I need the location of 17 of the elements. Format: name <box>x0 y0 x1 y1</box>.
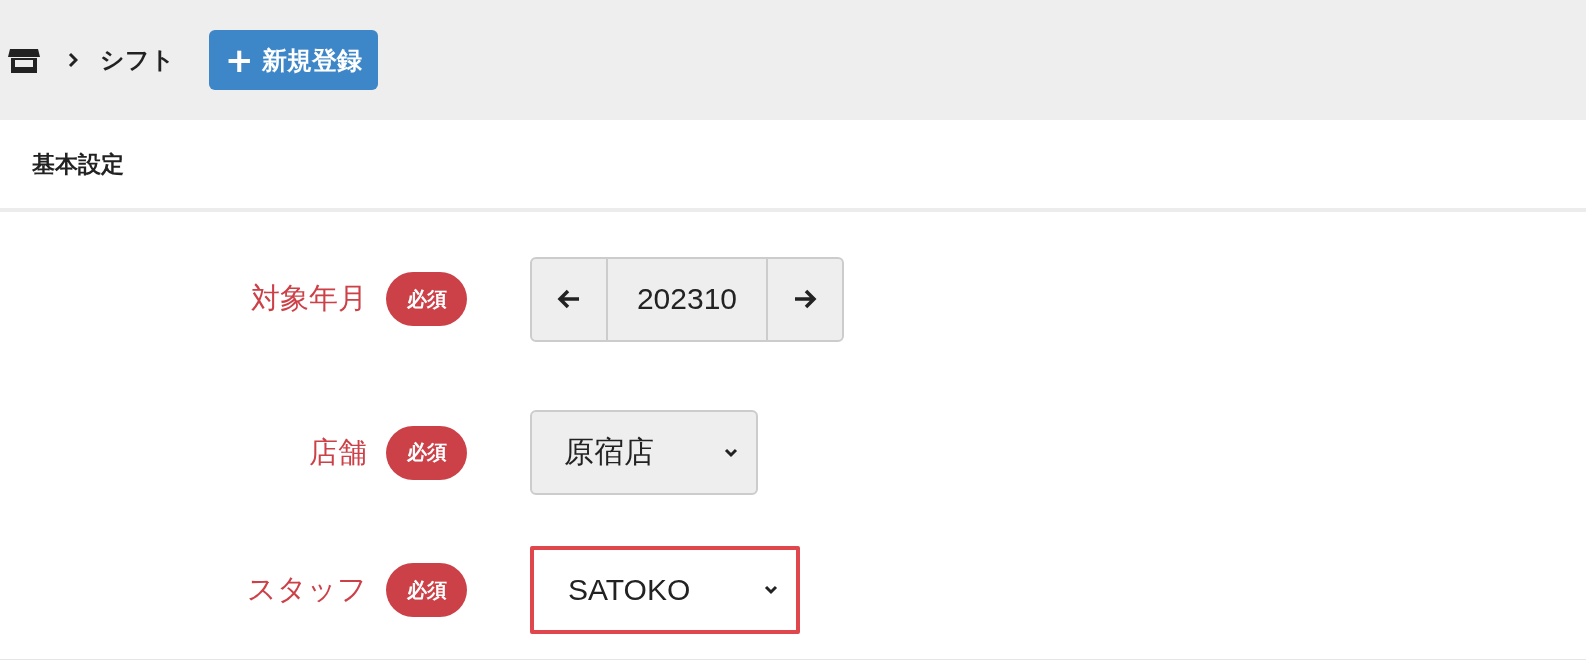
select-field[interactable]: SATOKO <box>530 546 800 635</box>
field-label: 対象年月 <box>250 281 367 316</box>
required-badge: 必須 <box>386 425 467 480</box>
breadcrumb-item[interactable]: シフト <box>100 44 175 76</box>
field-label: スタッフ <box>246 572 367 608</box>
new-registration-button[interactable]: + 新規登録 <box>209 30 378 90</box>
section-title: 基本設定 <box>32 151 124 177</box>
chevron-right-icon <box>68 52 78 68</box>
store-icon[interactable] <box>8 46 40 74</box>
arrow-right-icon <box>793 289 817 309</box>
chevron-down-icon <box>724 447 738 458</box>
required-badge: 必須 <box>386 272 467 326</box>
select-field[interactable]: 原宿店 <box>530 410 758 496</box>
chevron-down-icon <box>764 585 778 596</box>
required-badge: 必須 <box>386 563 467 618</box>
arrow-left-icon <box>557 289 581 309</box>
field-label: 店舗 <box>308 434 367 470</box>
